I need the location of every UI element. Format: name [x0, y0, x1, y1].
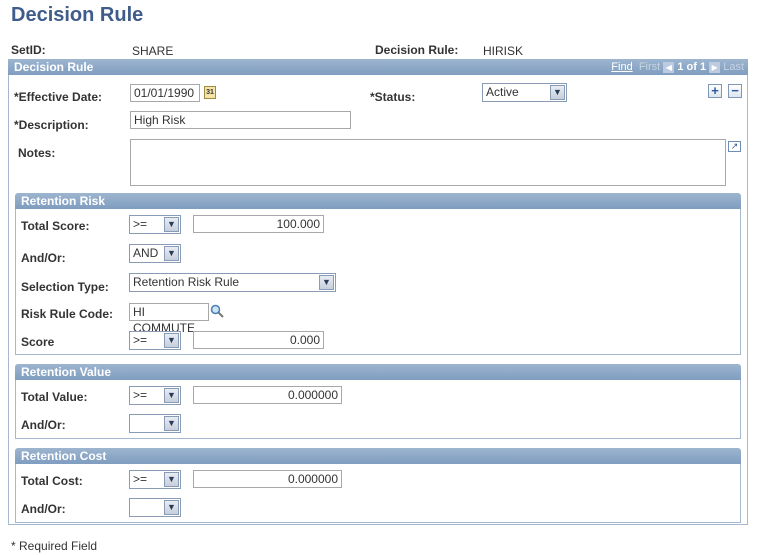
- status-select[interactable]: Active ▼: [482, 83, 567, 102]
- setid-label: SetID:: [11, 43, 46, 57]
- calendar-icon[interactable]: 31: [204, 86, 216, 99]
- find-link[interactable]: Find: [611, 61, 632, 73]
- and-or-label: And/Or:: [21, 418, 66, 432]
- and-or-select[interactable]: ▼: [129, 414, 181, 433]
- total-score-input[interactable]: 100.000: [193, 215, 324, 233]
- chevron-down-icon[interactable]: ▼: [164, 416, 179, 431]
- add-row-button[interactable]: +: [708, 84, 722, 98]
- delete-row-button[interactable]: −: [728, 84, 742, 98]
- and-or-select[interactable]: ▼: [129, 498, 181, 517]
- and-or-label: And/Or:: [21, 502, 66, 516]
- decision-rule-label: Decision Rule:: [375, 43, 459, 57]
- effective-date-label: *Effective Date:: [14, 90, 103, 104]
- page-title: Decision Rule: [11, 4, 144, 26]
- chevron-down-icon[interactable]: ▼: [164, 472, 179, 487]
- row-navigation: Find First ◀ 1 of 1 ▶ Last: [611, 59, 744, 75]
- next-icon[interactable]: ▶: [709, 61, 721, 73]
- total-score-label: Total Score:: [21, 219, 90, 233]
- notes-textarea[interactable]: [130, 139, 726, 186]
- setid-value: SHARE: [132, 44, 174, 58]
- chevron-down-icon[interactable]: ▼: [164, 500, 179, 515]
- first-link[interactable]: First: [639, 61, 660, 73]
- row-count: 1 of 1: [677, 61, 707, 73]
- chevron-down-icon[interactable]: ▼: [164, 388, 179, 403]
- score-label: Score: [21, 335, 55, 349]
- total-value-operator-value: >=: [133, 388, 148, 402]
- retention-value-header: Retention Value: [15, 364, 741, 380]
- chevron-down-icon[interactable]: ▼: [164, 217, 179, 232]
- selection-type-select[interactable]: Retention Risk Rule ▼: [129, 273, 336, 292]
- chevron-down-icon[interactable]: ▼: [164, 246, 179, 261]
- description-input[interactable]: High Risk: [130, 111, 351, 129]
- risk-rule-code-label: Risk Rule Code:: [21, 307, 114, 321]
- total-cost-operator-value: >=: [133, 472, 148, 486]
- decision-rule-value: HIRISK: [483, 44, 524, 58]
- status-label: *Status:: [370, 90, 416, 104]
- lookup-search-icon[interactable]: [210, 304, 224, 318]
- retention-risk-header: Retention Risk: [15, 193, 741, 209]
- total-score-operator-select[interactable]: >= ▼: [129, 215, 181, 234]
- chevron-down-icon[interactable]: ▼: [164, 333, 179, 348]
- total-cost-operator-select[interactable]: >= ▼: [129, 470, 181, 489]
- and-or-select[interactable]: AND ▼: [129, 244, 181, 263]
- section-title: Decision Rule: [14, 60, 94, 74]
- and-or-label: And/Or:: [21, 251, 66, 265]
- total-cost-input[interactable]: 0.000000: [193, 470, 342, 488]
- total-value-operator-select[interactable]: >= ▼: [129, 386, 181, 405]
- score-input[interactable]: 0.000: [193, 331, 324, 349]
- description-label: *Description:: [14, 118, 89, 132]
- retention-cost-header: Retention Cost: [15, 448, 741, 464]
- total-value-label: Total Value:: [21, 390, 88, 404]
- chevron-down-icon[interactable]: ▼: [319, 275, 334, 290]
- effective-date-input[interactable]: 01/01/1990: [130, 84, 200, 102]
- decision-rule-header: Decision Rule Find First ◀ 1 of 1 ▶ Last: [8, 59, 748, 75]
- status-value: Active: [486, 85, 519, 99]
- retention-risk-section: Retention Risk: [15, 193, 741, 355]
- total-value-input[interactable]: 0.000000: [193, 386, 342, 404]
- score-operator-value: >=: [133, 333, 148, 347]
- total-cost-label: Total Cost:: [21, 474, 83, 488]
- risk-rule-code-input[interactable]: HI COMMUTE: [129, 303, 209, 335]
- score-operator-select[interactable]: >= ▼: [129, 331, 181, 350]
- selection-type-value: Retention Risk Rule: [133, 275, 240, 289]
- selection-type-label: Selection Type:: [21, 280, 109, 294]
- retention-cost-section: Retention Cost: [15, 448, 741, 523]
- retention-value-section: Retention Value: [15, 364, 741, 439]
- chevron-down-icon[interactable]: ▼: [550, 85, 565, 100]
- notes-label: Notes:: [18, 146, 56, 160]
- previous-icon[interactable]: ◀: [663, 61, 675, 73]
- last-link[interactable]: Last: [723, 61, 744, 73]
- expand-icon[interactable]: ↗: [728, 141, 741, 152]
- total-score-operator-value: >=: [133, 217, 148, 231]
- required-field-note: * Required Field: [11, 539, 98, 553]
- and-or-value: AND: [133, 246, 159, 260]
